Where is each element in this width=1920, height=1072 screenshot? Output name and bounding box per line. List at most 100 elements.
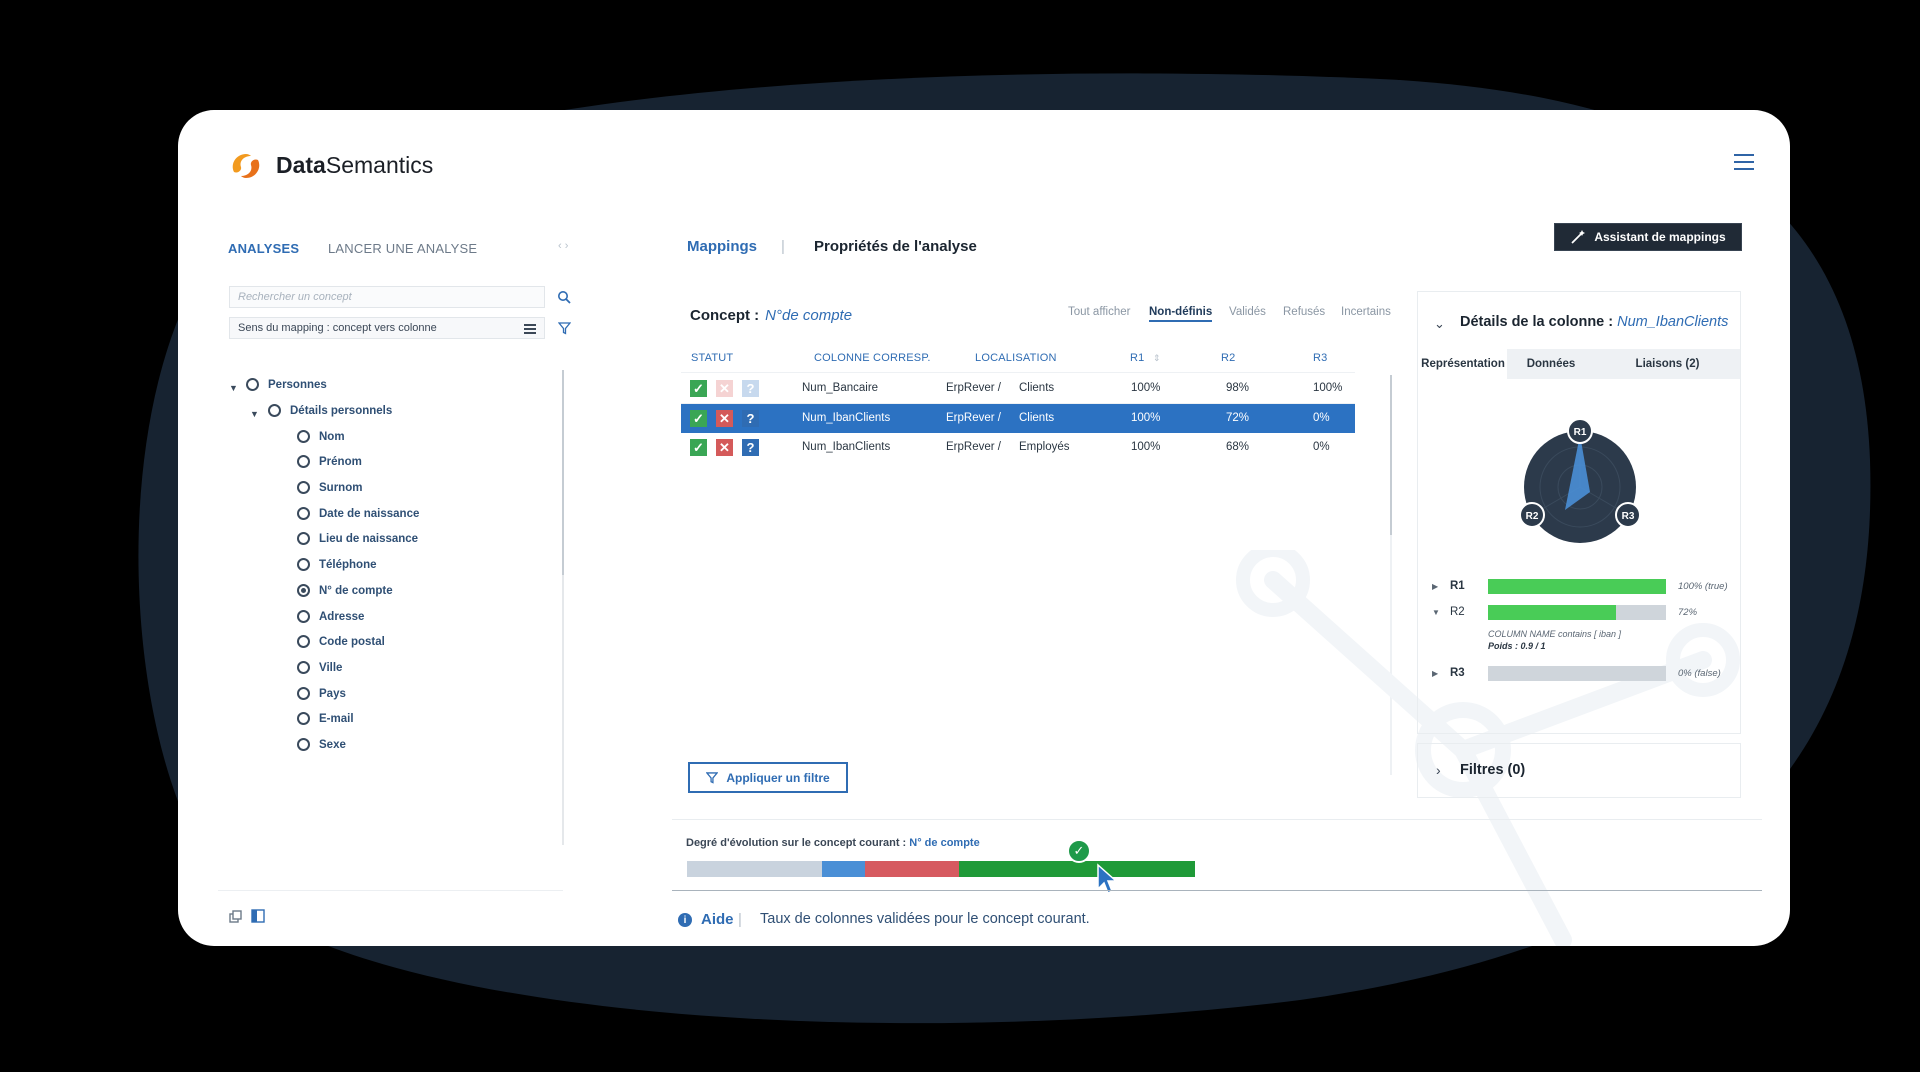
evolution-segment bbox=[821, 861, 865, 877]
radio-icon bbox=[297, 738, 310, 751]
collapse-icon[interactable]: ▼ bbox=[1432, 608, 1440, 617]
tab-launch-analysis[interactable]: LANCER UNE ANALYSE bbox=[328, 241, 477, 256]
tab-representation[interactable]: Représentation bbox=[1419, 349, 1507, 379]
filters-title: Filtres (0) bbox=[1460, 762, 1526, 778]
evolution-label: Degré d'évolution sur le concept courant… bbox=[686, 837, 980, 849]
filter-icon[interactable] bbox=[558, 322, 571, 335]
tab-analyses[interactable]: ANALYSES bbox=[228, 241, 299, 256]
validate-icon[interactable]: ✓ bbox=[690, 410, 707, 427]
tab-mappings[interactable]: Mappings bbox=[687, 238, 757, 255]
col-header-column[interactable]: COLONNE CORRESP. bbox=[814, 352, 931, 364]
row-r1: 100% bbox=[1131, 382, 1161, 394]
sort-icon[interactable]: ⇕ bbox=[1153, 353, 1161, 364]
evolution-segment bbox=[687, 861, 822, 877]
tree-item-code-postal[interactable]: Code postal bbox=[297, 635, 385, 648]
divider bbox=[681, 372, 1355, 373]
col-header-r1[interactable]: R1 bbox=[1130, 352, 1144, 364]
search-icon[interactable] bbox=[557, 290, 571, 304]
filter-undefined[interactable]: Non-définis bbox=[1149, 306, 1213, 322]
col-header-r2[interactable]: R2 bbox=[1221, 352, 1235, 364]
help-link[interactable]: Aide bbox=[701, 911, 734, 928]
radar-label-r3: R3 bbox=[1615, 502, 1641, 528]
table-row[interactable]: ✓ ✕ ? Num_Bancaire ErpRever / Clients 10… bbox=[681, 374, 1355, 403]
tree-item-date-naissance[interactable]: Date de naissance bbox=[297, 507, 419, 520]
filter-show-all[interactable]: Tout afficher bbox=[1068, 306, 1130, 318]
tab-data[interactable]: Données bbox=[1507, 349, 1595, 379]
uncertain-icon[interactable]: ? bbox=[742, 410, 759, 427]
tab-analysis-properties[interactable]: Propriétés de l'analyse bbox=[814, 238, 977, 255]
tab-links[interactable]: Liaisons (2) bbox=[1595, 349, 1740, 379]
svg-text:R3: R3 bbox=[1622, 511, 1635, 522]
row-r2: 98% bbox=[1226, 382, 1250, 394]
chevron-right-icon[interactable]: › bbox=[1436, 762, 1441, 778]
radio-icon bbox=[297, 430, 310, 443]
tree-item-lieu-naissance[interactable]: Lieu de naissance bbox=[297, 532, 418, 545]
col-header-r3[interactable]: R3 bbox=[1313, 352, 1327, 364]
concept-search-input[interactable]: Rechercher un concept bbox=[229, 286, 545, 308]
main-menu-button[interactable] bbox=[1734, 154, 1754, 170]
score-bar-r1 bbox=[1488, 579, 1666, 594]
tree-item-email[interactable]: E-mail bbox=[297, 712, 354, 725]
tree-node-personnes[interactable]: Personnes bbox=[246, 378, 327, 391]
tree-item-surnom[interactable]: Surnom bbox=[297, 481, 362, 494]
row-location-db: ErpRever / bbox=[946, 441, 1001, 453]
tree-item-numero-compte[interactable]: N° de compte bbox=[297, 584, 393, 597]
uncertain-icon[interactable]: ? bbox=[742, 439, 759, 456]
score-bar-r3 bbox=[1488, 666, 1666, 681]
row-location-db: ErpRever / bbox=[946, 412, 1001, 424]
expand-details-icon[interactable]: ▼ bbox=[250, 409, 259, 419]
uncertain-icon[interactable]: ? bbox=[742, 380, 759, 397]
expand-personnes-icon[interactable]: ▼ bbox=[229, 383, 238, 393]
filters-panel[interactable]: › Filtres (0) bbox=[1417, 743, 1741, 798]
radio-icon bbox=[297, 455, 310, 468]
mapping-direction-select[interactable]: Sens du mapping : concept vers colonne bbox=[229, 317, 545, 339]
tree-item-pays[interactable]: Pays bbox=[297, 687, 346, 700]
chevron-down-icon[interactable]: ⌄ bbox=[1434, 316, 1445, 332]
tree-item-telephone[interactable]: Téléphone bbox=[297, 558, 377, 571]
tree-item-adresse[interactable]: Adresse bbox=[297, 610, 364, 623]
collapse-panel-icon[interactable]: ‹ › bbox=[558, 240, 568, 252]
filter-uncertain[interactable]: Incertains bbox=[1341, 306, 1391, 318]
divider bbox=[672, 890, 1762, 891]
divider bbox=[218, 890, 563, 891]
filter-validated[interactable]: Validés bbox=[1229, 306, 1266, 318]
col-header-location[interactable]: LOCALISATION bbox=[975, 352, 1057, 364]
expand-icon[interactable]: ▶ bbox=[1432, 582, 1438, 591]
radio-icon bbox=[246, 378, 259, 391]
expand-icon[interactable]: ▶ bbox=[1432, 669, 1438, 678]
copy-icon[interactable] bbox=[229, 910, 243, 924]
score-fill-r2 bbox=[1488, 605, 1617, 620]
row-location-table: Employés bbox=[1019, 441, 1070, 453]
col-header-status[interactable]: STATUT bbox=[691, 352, 733, 364]
reject-icon[interactable]: ✕ bbox=[716, 439, 733, 456]
table-row-selected[interactable]: ✓ ✕ ? Num_IbanClients ErpRever / Clients… bbox=[681, 404, 1355, 433]
tree-item-prenom[interactable]: Prénom bbox=[297, 455, 362, 468]
row-location-db: ErpRever / bbox=[946, 382, 1001, 394]
radio-icon bbox=[297, 610, 310, 623]
score-bar-r2 bbox=[1488, 605, 1666, 620]
brand-name: DataSemantics bbox=[276, 152, 434, 178]
radio-icon bbox=[297, 558, 310, 571]
reject-icon[interactable]: ✕ bbox=[716, 410, 733, 427]
table-row[interactable]: ✓ ✕ ? Num_IbanClients ErpRever / Employé… bbox=[681, 433, 1355, 462]
validate-icon[interactable]: ✓ bbox=[690, 439, 707, 456]
tree-item-nom[interactable]: Nom bbox=[297, 430, 345, 443]
mapping-assistant-button[interactable]: Assistant de mappings bbox=[1554, 223, 1742, 251]
r2-weight: Poids : 0.9 / 1 bbox=[1488, 641, 1546, 651]
reject-icon[interactable]: ✕ bbox=[716, 380, 733, 397]
tree-item-ville[interactable]: Ville bbox=[297, 661, 342, 674]
tree-node-details-personnels[interactable]: Détails personnels bbox=[268, 404, 392, 417]
radio-icon bbox=[297, 687, 310, 700]
layout-panel-icon[interactable] bbox=[251, 909, 265, 923]
column-details-title: Détails de la colonne : Num_IbanClients bbox=[1460, 314, 1729, 330]
validate-icon[interactable]: ✓ bbox=[690, 380, 707, 397]
divider bbox=[672, 819, 1762, 820]
row-r1: 100% bbox=[1131, 412, 1161, 424]
row-column-name: Num_IbanClients bbox=[802, 412, 891, 424]
filter-refused[interactable]: Refusés bbox=[1283, 306, 1325, 318]
tree-scrollbar[interactable] bbox=[562, 370, 564, 845]
radio-icon bbox=[268, 404, 281, 417]
list-icon bbox=[524, 324, 536, 336]
apply-filter-button[interactable]: Appliquer un filtre bbox=[688, 762, 848, 793]
tree-item-sexe[interactable]: Sexe bbox=[297, 738, 346, 751]
